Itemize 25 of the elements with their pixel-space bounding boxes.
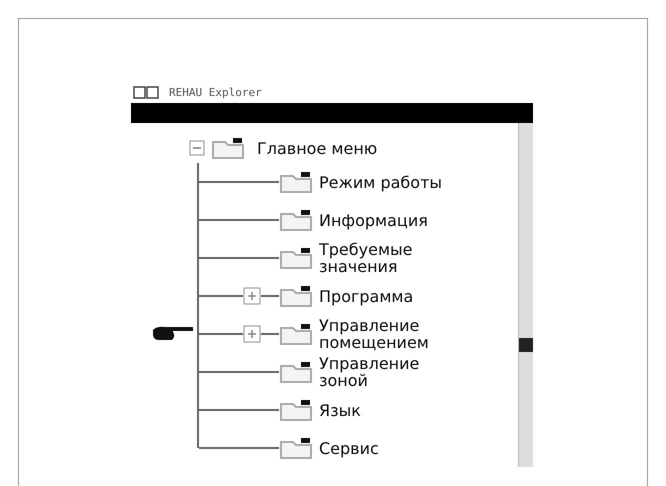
scrollbar[interactable]: [518, 123, 533, 467]
folder-icon: [279, 284, 313, 308]
folder-icon: [279, 322, 313, 346]
folder-icon: [279, 208, 313, 232]
tree-item[interactable]: Главное меню: [257, 140, 378, 156]
folder-icon: [279, 398, 313, 422]
tree-item[interactable]: Программа: [319, 288, 469, 304]
window-title: REHAU Explorer: [169, 86, 262, 98]
tree-item[interactable]: Управление зоной: [319, 355, 469, 389]
folder-icon: [279, 170, 313, 194]
expand-icon[interactable]: [243, 325, 261, 343]
tree-item[interactable]: Сервис: [319, 440, 469, 456]
tree-item[interactable]: Режим работы: [319, 174, 469, 190]
book-icon: [133, 85, 159, 99]
tree-item[interactable]: Информация: [319, 212, 469, 228]
folder-icon: [211, 136, 245, 160]
tree-item[interactable]: Язык: [319, 402, 469, 418]
expand-icon[interactable]: [243, 287, 261, 305]
collapse-icon[interactable]: [189, 140, 205, 156]
scroll-thumb[interactable]: [519, 338, 533, 352]
folder-icon: [279, 246, 313, 270]
tree-item[interactable]: Требуемые значения: [319, 241, 469, 275]
tree-item[interactable]: Управление помещением: [319, 317, 469, 351]
folder-icon: [279, 360, 313, 384]
folder-icon: [279, 436, 313, 460]
